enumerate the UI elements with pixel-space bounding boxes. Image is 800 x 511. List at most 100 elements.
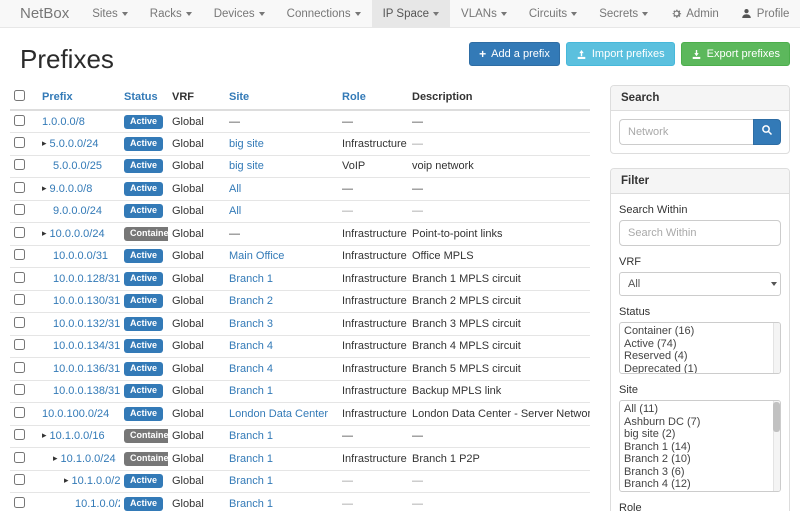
description-value: — xyxy=(412,183,423,195)
prefix-link[interactable]: 1.0.0.0/8 xyxy=(42,116,85,128)
site-option[interactable]: Ashburn DC (7) xyxy=(620,416,780,429)
row-checkbox[interactable] xyxy=(14,137,25,148)
status-option[interactable]: Active (74) xyxy=(620,338,780,351)
prefix-link[interactable]: 10.0.0.130/31 xyxy=(53,295,120,307)
prefix-link[interactable]: 10.0.0.0/31 xyxy=(53,250,108,262)
site-option[interactable]: Branch 4 (12) xyxy=(620,478,780,491)
row-checkbox[interactable] xyxy=(14,204,25,215)
nav-item-secrets[interactable]: Secrets xyxy=(588,0,659,27)
site-listbox[interactable]: All (11)Ashburn DC (7)big site (2)Branch… xyxy=(619,400,781,492)
site-link[interactable]: Branch 1 xyxy=(229,430,273,442)
row-checkbox[interactable] xyxy=(14,317,25,328)
nav-item-sites[interactable]: Sites xyxy=(81,0,139,27)
import-prefixes-button[interactable]: Import prefixes xyxy=(566,42,675,66)
search-input[interactable] xyxy=(619,119,753,145)
site-link[interactable]: big site xyxy=(229,138,264,150)
vrf-value: Global xyxy=(168,155,225,178)
role-value: Infrastructure xyxy=(342,340,407,352)
scrollbar-thumb[interactable] xyxy=(773,402,780,432)
site-option[interactable]: Branch 2 (10) xyxy=(620,453,780,466)
row-checkbox[interactable] xyxy=(14,497,25,508)
site-link[interactable]: Branch 1 xyxy=(229,475,273,487)
search-within-input[interactable] xyxy=(619,220,781,246)
netbox-brand[interactable]: NetBox xyxy=(8,0,81,27)
search-panel-title: Search xyxy=(611,86,789,111)
site-link[interactable]: Branch 3 xyxy=(229,318,273,330)
row-checkbox[interactable] xyxy=(14,159,25,170)
prefix-link[interactable]: 9.0.0.0/8 xyxy=(50,183,93,195)
status-option[interactable]: Deprecated (1) xyxy=(620,363,780,375)
prefix-link[interactable]: 10.1.0.0/16 xyxy=(50,430,105,442)
status-listbox[interactable]: Container (16)Active (74)Reserved (4)Dep… xyxy=(619,322,781,374)
site-link[interactable]: Branch 1 xyxy=(229,385,273,397)
prefix-link[interactable]: 9.0.0.0/24 xyxy=(53,205,102,217)
row-checkbox[interactable] xyxy=(14,429,25,440)
prefix-link[interactable]: 5.0.0.0/24 xyxy=(50,138,99,150)
row-checkbox[interactable] xyxy=(14,115,25,126)
site-link[interactable]: Branch 1 xyxy=(229,453,273,465)
vrf-select[interactable]: All xyxy=(619,272,781,296)
site-link[interactable]: Branch 4 xyxy=(229,363,273,375)
nav-item-admin[interactable]: Admin xyxy=(659,0,730,27)
prefix-link[interactable]: 10.0.0.134/31 xyxy=(53,340,120,352)
search-button[interactable] xyxy=(753,119,781,145)
prefix-link[interactable]: 5.0.0.0/25 xyxy=(53,160,102,172)
row-checkbox[interactable] xyxy=(14,182,25,193)
nav-item-racks[interactable]: Racks xyxy=(139,0,203,27)
site-link[interactable]: Main Office xyxy=(229,250,284,262)
site-link[interactable]: Branch 4 xyxy=(229,340,273,352)
prefix-link[interactable]: 10.0.100.0/24 xyxy=(42,408,109,420)
children-indicator-icon: ▸ xyxy=(42,228,47,239)
nav-item-connections[interactable]: Connections xyxy=(276,0,372,27)
status-option[interactable]: Container (16) xyxy=(620,323,780,338)
prefix-link[interactable]: 10.0.0.136/31 xyxy=(53,363,120,375)
select-all-checkbox[interactable] xyxy=(14,90,25,101)
site-option[interactable]: All (11) xyxy=(620,401,780,416)
nav-item-devices[interactable]: Devices xyxy=(203,0,276,27)
nav-item-profile[interactable]: Profile xyxy=(730,0,800,27)
row-checkbox[interactable] xyxy=(14,452,25,463)
column-header-role[interactable]: Role xyxy=(338,85,408,110)
site-option[interactable]: Branch 1 (14) xyxy=(620,441,780,454)
add-prefix-button[interactable]: + Add a prefix xyxy=(469,42,560,66)
site-option[interactable]: big site (2) xyxy=(620,428,780,441)
scrollbar-track[interactable] xyxy=(773,401,780,491)
nav-item-ip-space[interactable]: IP Space xyxy=(372,0,450,27)
prefix-link[interactable]: 10.0.0.138/31 xyxy=(53,385,120,397)
row-checkbox[interactable] xyxy=(14,407,25,418)
nav-item-circuits[interactable]: Circuits xyxy=(518,0,588,27)
prefix-link[interactable]: 10.0.0.132/31 xyxy=(53,318,120,330)
site-link[interactable]: Branch 1 xyxy=(229,273,273,285)
row-checkbox[interactable] xyxy=(14,339,25,350)
prefix-link[interactable]: 10.1.0.0/24 xyxy=(61,453,116,465)
site-link[interactable]: All xyxy=(229,205,241,217)
site-option[interactable]: Branch 5 (7) xyxy=(620,491,780,493)
row-checkbox[interactable] xyxy=(14,362,25,373)
scrollbar-track[interactable] xyxy=(773,323,780,373)
row-checkbox[interactable] xyxy=(14,227,25,238)
row-checkbox[interactable] xyxy=(14,294,25,305)
site-link[interactable]: big site xyxy=(229,160,264,172)
status-option[interactable]: Reserved (4) xyxy=(620,350,780,363)
row-checkbox[interactable] xyxy=(14,249,25,260)
nav-item-vlans[interactable]: VLANs xyxy=(450,0,518,27)
site-link[interactable]: Branch 2 xyxy=(229,295,273,307)
site-link[interactable]: All xyxy=(229,183,241,195)
status-badge: Active xyxy=(124,182,163,196)
site-option[interactable]: Branch 3 (6) xyxy=(620,466,780,479)
row-checkbox[interactable] xyxy=(14,272,25,283)
prefix-link[interactable]: 10.0.0.0/24 xyxy=(50,228,105,240)
prefix-link[interactable]: 10.1.0.0/25 xyxy=(72,475,120,487)
row-checkbox[interactable] xyxy=(14,384,25,395)
site-link[interactable]: London Data Center xyxy=(229,408,328,420)
chevron-down-icon xyxy=(771,282,777,286)
column-header-prefix[interactable]: Prefix xyxy=(38,85,120,110)
column-header-status[interactable]: Status xyxy=(120,85,168,110)
site-link[interactable]: Branch 1 xyxy=(229,498,273,510)
status-badge: Active xyxy=(124,384,163,398)
export-prefixes-button[interactable]: Export prefixes xyxy=(681,42,790,66)
row-checkbox[interactable] xyxy=(14,474,25,485)
prefix-link[interactable]: 10.1.0.0/26 xyxy=(75,498,120,510)
prefix-link[interactable]: 10.0.0.128/31 xyxy=(53,273,120,285)
column-header-site[interactable]: Site xyxy=(225,85,338,110)
